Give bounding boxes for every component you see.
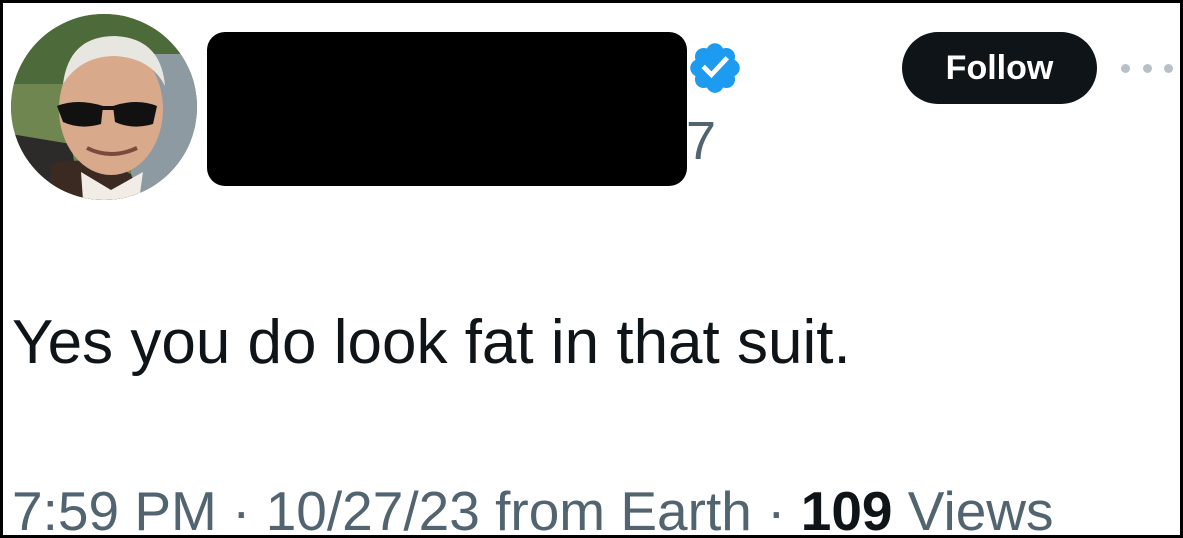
avatar[interactable] — [11, 14, 197, 200]
more-options-icon[interactable] — [1121, 51, 1173, 85]
user-avatar-photo-icon — [11, 14, 197, 200]
handle-fragment: 7 — [686, 111, 717, 171]
tweet-metadata: 7:59 PM · 10/27/23 from Earth · 109 View… — [12, 478, 1054, 538]
separator-dot: · — [216, 480, 266, 538]
more-dot — [1164, 63, 1173, 73]
verified-badge-icon — [686, 39, 744, 97]
tweet-date[interactable]: 10/27/23 — [266, 480, 480, 535]
more-dot — [1142, 63, 1152, 73]
tweet-card: 7 Follow Yes you do look fat in that sui… — [0, 0, 1183, 538]
separator-dot: · — [751, 480, 801, 538]
tweet-text: Yes you do look fat in that suit. — [12, 308, 851, 377]
views-label: Views — [892, 480, 1054, 538]
views-count[interactable]: 109 — [801, 480, 893, 535]
tweet-time[interactable]: 7:59 PM — [12, 480, 217, 535]
more-dot — [1121, 63, 1130, 73]
redacted-name-block — [207, 32, 687, 186]
follow-button[interactable]: Follow — [902, 32, 1097, 104]
tweet-source: from Earth — [479, 480, 752, 538]
